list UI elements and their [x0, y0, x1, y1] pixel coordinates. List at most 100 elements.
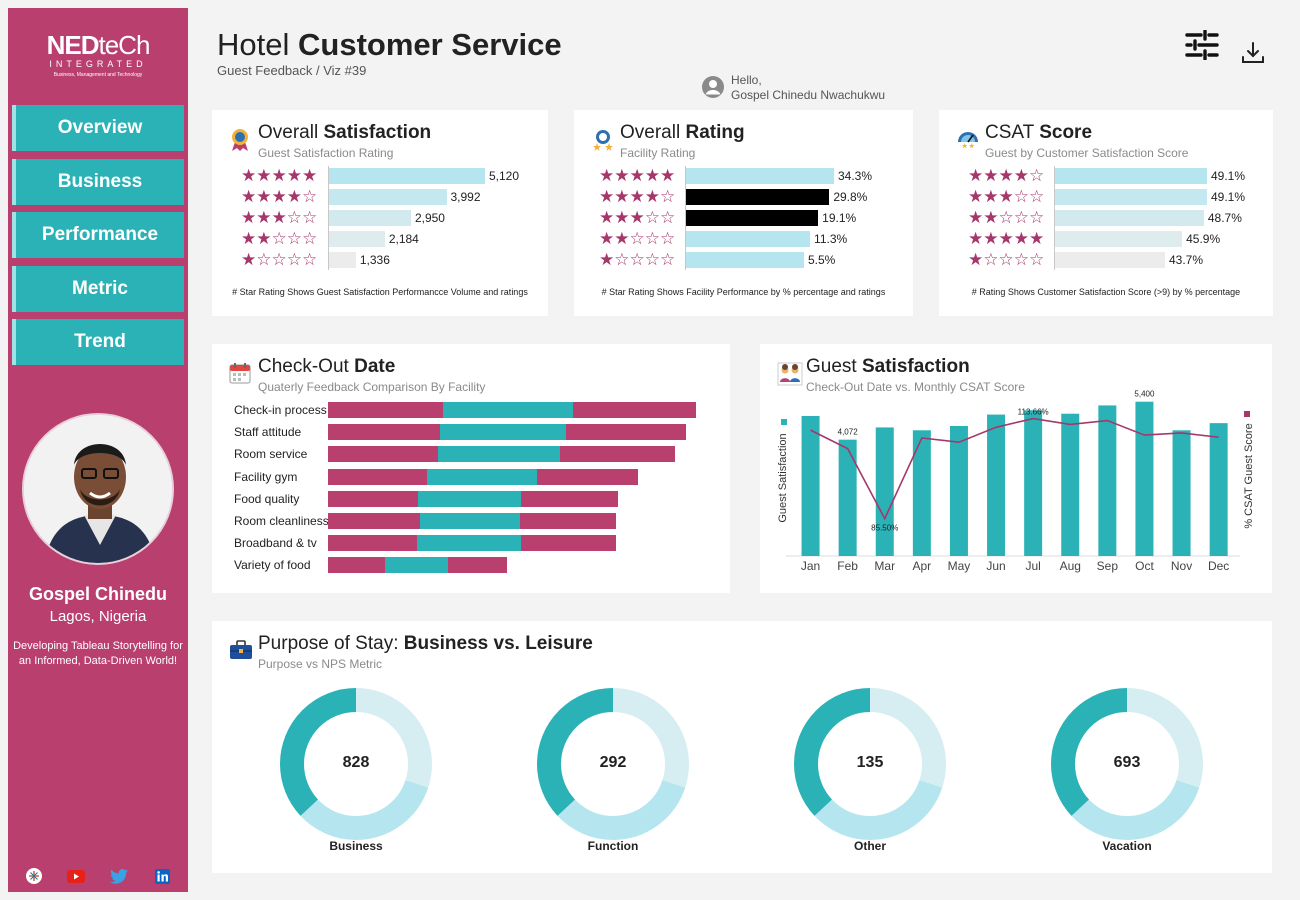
bar-mark[interactable] — [686, 210, 819, 226]
bar-mark[interactable] — [1024, 410, 1043, 556]
rating-row: ★★★☆☆ 19.1% — [574, 208, 913, 228]
bar-mark[interactable] — [686, 168, 834, 184]
purpose-title-light: Purpose of Stay: — [258, 633, 399, 654]
stacked-bar-segment[interactable] — [573, 402, 696, 418]
rating-subtitle: Facility Rating — [620, 146, 696, 160]
nav-overview-button[interactable]: Overview — [12, 105, 184, 151]
bar-mark[interactable] — [1209, 423, 1228, 556]
user-icon — [701, 75, 725, 104]
stacked-bar-segment[interactable] — [420, 513, 520, 529]
category-label: Check-in process — [234, 403, 327, 417]
bar-mark[interactable] — [987, 414, 1006, 556]
rating-row: ★★★★★ 34.3% — [574, 166, 913, 186]
nav-trend-button[interactable]: Trend — [12, 319, 184, 365]
stacked-bar-segment[interactable] — [328, 468, 427, 485]
stacked-bar-segment[interactable] — [385, 557, 448, 574]
bar-mark[interactable] — [1172, 430, 1191, 556]
stacked-bar-segment[interactable] — [521, 535, 616, 552]
bar-mark[interactable] — [686, 189, 830, 205]
bar-mark[interactable] — [329, 252, 356, 268]
tableau-icon[interactable] — [25, 868, 43, 884]
bar-mark[interactable] — [875, 427, 894, 556]
stacked-bar-segment[interactable] — [328, 557, 385, 574]
avatar — [22, 413, 174, 565]
axis-line — [328, 166, 329, 270]
bar-value-label: 11.3% — [814, 232, 848, 246]
brand-logo-part2: teCh — [98, 30, 150, 60]
bar-value-label: 5.5% — [808, 253, 836, 267]
bar-mark[interactable] — [329, 231, 385, 247]
nav-business-button[interactable]: Business — [12, 159, 184, 205]
linkedin-icon[interactable] — [153, 868, 171, 884]
rating-title: Overall Rating — [620, 122, 745, 144]
stacked-bar-segment[interactable] — [521, 490, 618, 507]
bar-value-label: 43.7% — [1169, 253, 1204, 267]
award-medal-icon — [229, 128, 251, 157]
twitter-icon[interactable] — [110, 868, 128, 884]
stacked-bar-segment[interactable] — [328, 490, 418, 507]
bar-value-label: 2,950 — [414, 211, 445, 225]
stacked-bar-segment[interactable] — [418, 490, 521, 507]
stacked-bar-segment[interactable] — [328, 535, 417, 552]
rating-row: ★☆☆☆☆ 43.7% — [939, 250, 1273, 270]
bar-mark[interactable] — [1061, 413, 1080, 556]
bar-mark[interactable] — [329, 168, 485, 184]
bar-mark[interactable] — [1098, 405, 1117, 556]
stacked-bar-segment[interactable] — [448, 557, 507, 574]
bar-mark[interactable] — [1055, 189, 1207, 205]
category-label: Staff attitude — [234, 425, 302, 440]
bar-mark[interactable] — [329, 210, 411, 226]
csat-subtitle: Guest by Customer Satisfaction Score — [985, 146, 1189, 160]
star-rating-icon: ★☆☆☆☆ — [599, 250, 676, 269]
csat-line[interactable] — [810, 417, 1219, 521]
bar-mark[interactable] — [1055, 231, 1183, 247]
bar-value-label: 19.1% — [822, 211, 857, 225]
bar-mark[interactable] — [1055, 252, 1165, 268]
bar-mark[interactable] — [1055, 168, 1207, 184]
bar-mark[interactable] — [912, 430, 931, 556]
nav-metric-button[interactable]: Metric — [12, 266, 184, 312]
stacked-bar-segment[interactable] — [438, 446, 560, 463]
bar-mark[interactable] — [329, 189, 447, 205]
category-label: Facility gym — [234, 469, 298, 484]
stacked-bar-segment[interactable] — [520, 513, 616, 529]
download-icon[interactable] — [1240, 40, 1266, 71]
category-label: Variety of food — [234, 558, 311, 573]
gauge-icon — [956, 128, 980, 157]
stacked-bar-segment[interactable] — [560, 446, 675, 463]
stacked-bar-segment[interactable] — [328, 402, 443, 418]
filter-sliders-icon[interactable] — [1185, 29, 1219, 65]
rating-row: ★☆☆☆☆ 1,336 — [212, 250, 548, 270]
page-title-bold: Customer Service — [298, 27, 562, 62]
bar-mark[interactable] — [949, 426, 968, 556]
bar-mark[interactable] — [1135, 401, 1154, 556]
checkout-title: Check-Out Date — [258, 356, 395, 378]
stacked-bar-segment[interactable] — [443, 402, 573, 418]
donut-value: 292 — [599, 754, 627, 771]
star-rating-icon: ★★☆☆☆ — [599, 229, 676, 248]
bar-mark[interactable] — [686, 252, 804, 268]
x-tick-label: Jan — [801, 559, 820, 573]
bar-mark[interactable] — [801, 416, 820, 556]
bar-value-label: 5,120 — [489, 169, 520, 183]
youtube-icon[interactable] — [67, 868, 85, 884]
stacked-bar-segment[interactable] — [328, 424, 440, 441]
star-rating-icon: ★★★☆☆ — [968, 187, 1045, 206]
star-rating-icon: ★★★★☆ — [599, 187, 676, 206]
stacked-bar-segment[interactable] — [328, 446, 438, 463]
profile-tagline: Developing Tableau Storytelling for an I… — [13, 640, 183, 667]
bar-mark[interactable] — [1055, 210, 1204, 226]
bar-mark[interactable] — [686, 231, 811, 247]
stacked-bar-segment[interactable] — [328, 513, 420, 529]
bar-mark[interactable] — [838, 439, 857, 556]
bar-value-label: 45.9% — [1186, 232, 1221, 246]
stacked-bar-segment[interactable] — [440, 424, 566, 441]
rating-row: ★★☆☆☆ 48.7% — [939, 208, 1273, 228]
stacked-bar-segment[interactable] — [537, 468, 638, 485]
nav-performance-button[interactable]: Performance — [12, 212, 184, 258]
stacked-bar-segment[interactable] — [417, 535, 521, 552]
profile-name: Gospel Chinedu — [28, 584, 167, 604]
stacked-bar-segment[interactable] — [566, 424, 686, 441]
star-rating-icon: ★★☆☆☆ — [241, 229, 318, 248]
stacked-bar-segment[interactable] — [427, 468, 537, 485]
